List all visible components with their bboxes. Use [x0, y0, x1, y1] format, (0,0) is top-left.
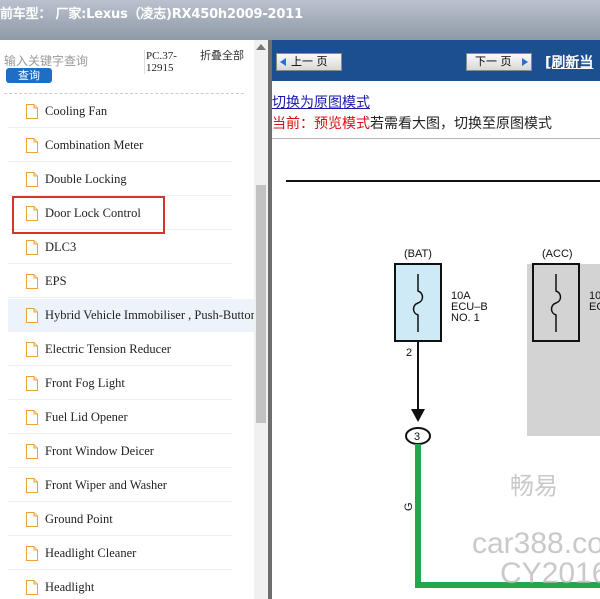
viewer-nav-bar: 上一 页 下一 页 [刷新当 — [272, 40, 600, 81]
document-icon — [26, 512, 38, 527]
scroll-up-arrow-icon[interactable] — [256, 44, 266, 50]
tree-item-ground-point[interactable]: Ground Point — [8, 503, 232, 536]
next-page-label: 下一 页 — [475, 55, 512, 68]
tree-item-combination-meter[interactable]: Combination Meter — [8, 129, 232, 162]
connector-number: 3 — [414, 431, 420, 443]
watermark-site: car388.co — [472, 527, 600, 560]
tree-item-label: Combination Meter — [45, 138, 144, 152]
pc-code: PC.37-12915 — [144, 50, 192, 74]
document-icon — [26, 376, 38, 391]
tree-item-cooling-fan[interactable]: Cooling Fan — [8, 95, 232, 128]
bat-label: (BAT) — [404, 248, 432, 260]
app-title: 前车型： 厂家:Lexus（凌志)RX450h2009-2011 — [0, 7, 303, 22]
tree-item-fuel-lid-opener[interactable]: Fuel Lid Opener — [8, 401, 232, 434]
prev-page-label: 上一 页 — [291, 55, 328, 68]
tree-item-label: EPS — [45, 274, 67, 288]
document-icon — [26, 138, 38, 153]
tree-item-headlight-cleaner[interactable]: Headlight Cleaner — [8, 537, 232, 570]
tree-item-label: Headlight Cleaner — [45, 546, 137, 560]
tree-item-hybrid-immobiliser[interactable]: Hybrid Vehicle Immobiliser , Push-Button… — [8, 299, 254, 332]
tree-item-label: DLC3 — [45, 240, 77, 254]
document-icon — [26, 240, 38, 255]
viewer-panel: 上一 页 下一 页 [刷新当 切换为原图模式 当前：预览模式若需看大图，切换至原… — [272, 40, 600, 599]
document-icon — [26, 546, 38, 561]
mode-hint: 若需看大图，切换至原图模式 — [370, 116, 552, 132]
tree-item-front-wiper-washer[interactable]: Front Wiper and Washer — [8, 469, 232, 502]
arrow-down-icon — [411, 409, 425, 422]
document-icon — [26, 274, 38, 289]
document-icon — [26, 104, 38, 119]
arrow-right-icon — [522, 58, 528, 66]
wire-color-label: G — [403, 502, 415, 511]
tree-item-label: Electric Tension Reducer — [45, 342, 171, 356]
tree-item-label: Headlight — [45, 580, 95, 594]
document-icon — [26, 580, 38, 595]
title-bar: 前车型： 厂家:Lexus（凌志)RX450h2009-2011 — [0, 0, 600, 40]
tree-item-label: Fuel Lid Opener — [45, 410, 128, 424]
acc-label: (ACC) — [542, 248, 573, 260]
document-icon — [26, 308, 38, 323]
mode-current: 当前：预览模式 — [272, 116, 370, 132]
tree-item-front-fog-light[interactable]: Front Fog Light — [8, 367, 232, 400]
wiring-diagram: (BAT) (ACC) 10A ECU–B NO. 1 10 EC 2 3 G … — [286, 180, 600, 590]
tree-item-front-window-deicer[interactable]: Front Window Deicer — [8, 435, 232, 468]
tree-item-headlight[interactable]: Headlight — [8, 571, 232, 599]
document-icon — [26, 410, 38, 425]
refresh-link[interactable]: [刷新当 — [545, 52, 593, 72]
tree-item-dlc3[interactable]: DLC3 — [8, 231, 232, 264]
scrollbar-thumb[interactable] — [256, 185, 266, 423]
tree-item-label: Front Fog Light — [45, 376, 125, 390]
tree-item-label: Front Wiper and Washer — [45, 478, 167, 492]
document-icon — [26, 478, 38, 493]
watermark-code: CY2016 — [500, 557, 600, 590]
tree-item-label: Double Locking — [45, 172, 127, 186]
tree-item-eps[interactable]: EPS — [8, 265, 232, 298]
tree-item-electric-tension-reducer[interactable]: Electric Tension Reducer — [8, 333, 232, 366]
document-icon — [26, 444, 38, 459]
next-page-button[interactable]: 下一 页 — [466, 53, 532, 71]
tree-item-label: Front Window Deicer — [45, 444, 154, 458]
mode-status: 当前：预览模式若需看大图，切换至原图模式 — [272, 113, 552, 133]
tree-item-double-locking[interactable]: Double Locking — [8, 163, 232, 196]
prev-page-button[interactable]: 上一 页 — [276, 53, 342, 71]
switch-original-mode-link[interactable]: 切换为原图模式 — [272, 92, 370, 112]
fuse-number: NO. 1 — [451, 312, 480, 324]
watermark-cn: 畅易 — [510, 473, 558, 500]
arrow-left-icon — [280, 58, 286, 66]
collapse-all-link[interactable]: 折叠全部 — [200, 50, 244, 61]
selection-highlight-box — [12, 196, 165, 234]
pin-number: 2 — [406, 347, 412, 359]
document-icon — [26, 342, 38, 357]
left-panel: 查询 PC.37-12915 折叠全部 Cooling Fan Combinat… — [0, 40, 268, 599]
search-button[interactable]: 查询 — [6, 68, 52, 83]
search-divider — [4, 93, 244, 94]
tree-item-label: Ground Point — [45, 512, 113, 526]
document-icon — [26, 172, 38, 187]
tree-item-label: Cooling Fan — [45, 104, 108, 118]
fuse2-name-partial: EC — [589, 301, 600, 313]
tree-item-label: Hybrid Vehicle Immobiliser , Push-Button… — [45, 308, 254, 322]
